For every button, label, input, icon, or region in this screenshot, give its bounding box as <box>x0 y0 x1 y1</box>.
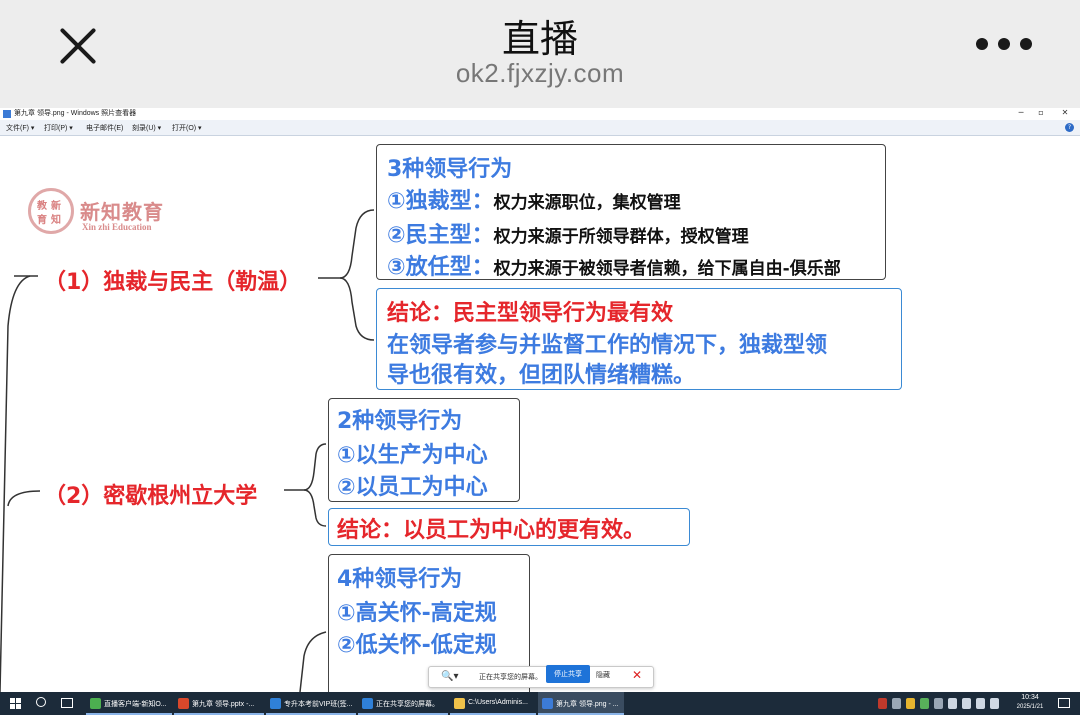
tray-app-icon[interactable] <box>878 698 887 709</box>
logo-name: 新知教育 <box>80 200 164 224</box>
app-header: 直播 ok2.fjxzjy.com <box>0 0 1080 108</box>
screen-share-bar: 🔍▾ 正在共享您的屏幕。 <box>428 666 654 688</box>
taskbar-app-label: 直播客户端-新知O... <box>104 701 167 708</box>
volume-icon[interactable] <box>892 698 901 709</box>
menu-print[interactable]: 打印(P) ▾ <box>44 123 73 133</box>
taskbar: 直播客户端-新知O... 第九章 领导.pptx -... 专升本考前VIP班(… <box>0 692 1080 715</box>
taskbar-app-powerpoint[interactable]: 第九章 领导.pptx -... <box>174 692 264 715</box>
row-text: 权力来源职位，集权管理 <box>493 193 681 213</box>
conclusion-box-1: 结论：民主型领导行为最有效 在领导者参与并监督工作的情况下，独裁型领 导也很有效… <box>376 288 902 390</box>
menu-bar: 文件(F) ▾ 打印(P) ▾ 电子邮件(E) 刻录(U) ▾ 打开(O) ▾ … <box>0 120 1080 136</box>
window-close-button[interactable]: ✕ <box>1058 108 1072 117</box>
taskbar-app-explorer[interactable]: C:\Users\Adminis... <box>450 692 536 715</box>
help-icon[interactable]: ? <box>1065 123 1074 132</box>
box-heading: 2种领导行为 <box>337 409 463 434</box>
close-icon[interactable]: ✕ <box>632 668 642 682</box>
taskbar-app-live-client[interactable]: 直播客户端-新知O... <box>86 692 172 715</box>
taskbar-app-label: 第九章 领导.png - ... <box>556 701 619 708</box>
branch-michigan: （2）密歇根州立大学 <box>44 484 258 509</box>
taskbar-app-label: 专升本考前VIP班(签... <box>284 701 353 708</box>
tray-app-icon[interactable] <box>934 698 943 709</box>
maximize-button[interactable]: ▫ <box>1034 108 1048 117</box>
michigan-styles-box: 2种领导行为 ①以生产为中心 ②以员工为中心 <box>328 398 520 502</box>
taskbar-app-label: C:\Users\Adminis... <box>468 699 528 706</box>
microphone-icon[interactable] <box>948 698 957 709</box>
menu-email[interactable]: 电子邮件(E) <box>86 123 123 133</box>
seal-char: 育 <box>37 215 47 226</box>
page-url: ok2.fjxzjy.com <box>455 58 625 88</box>
tray-app-icon[interactable] <box>920 698 929 709</box>
search-icon[interactable] <box>36 697 46 707</box>
conclusion-heading: 结论：以员工为中心的更有效。 <box>337 518 646 543</box>
box-heading: 4种领导行为 <box>337 567 463 592</box>
live-client-icon <box>90 698 101 709</box>
seal-char: 知 <box>51 215 61 226</box>
folder-icon <box>454 698 465 709</box>
taskbar-app-screen-share[interactable]: 正在共享您的屏幕。 <box>358 692 448 715</box>
taskbar-app-vip-class[interactable]: 专升本考前VIP班(签... <box>266 692 356 715</box>
clock-date[interactable]: 2025/1/21 <box>1005 704 1055 710</box>
box-line: ①以生产为中心 <box>337 443 488 468</box>
page-title: 直播 <box>501 17 578 61</box>
stop-sharing-button[interactable]: 停止共享 <box>546 665 590 683</box>
leadership-styles-box: 3种领导行为 ①独裁型：权力来源职位，集权管理 ②民主型：权力来源于所领导群体，… <box>376 144 886 280</box>
taskbar-app-label: 正在共享您的屏幕。 <box>376 701 439 708</box>
browser-icon <box>270 698 281 709</box>
menu-open[interactable]: 打开(O) ▾ <box>172 123 202 133</box>
row-key: ③放任型： <box>387 255 494 280</box>
powerpoint-icon <box>178 698 189 709</box>
row-text: 权力来源于所领导群体，授权管理 <box>493 227 749 247</box>
laissez-faire-row: ③放任型：权力来源于被领导者信赖，给下属自由-俱乐部 <box>387 249 841 281</box>
box-line: ①高关怀-高定规 <box>337 601 497 626</box>
task-view-icon[interactable] <box>61 698 73 708</box>
democratic-row: ②民主型：权力来源于所领导群体，授权管理 <box>387 217 749 249</box>
seal-char: 新 <box>51 201 61 212</box>
conclusion-line: 在领导者参与并监督工作的情况下，独裁型领 <box>387 333 828 358</box>
logo-seal: 教 新 育 知 <box>28 188 74 234</box>
menu-file[interactable]: 文件(F) ▾ <box>6 123 34 133</box>
conclusion-box-2: 结论：以员工为中心的更有效。 <box>328 508 690 546</box>
input-method-icon[interactable] <box>990 698 999 709</box>
network-icon[interactable] <box>962 698 971 709</box>
conclusion-heading: 结论：民主型领导行为最有效 <box>387 301 674 326</box>
window-title: 第九章 领导.png - Windows 照片查看器 <box>14 110 137 117</box>
autocratic-row: ①独裁型：权力来源职位，集权管理 <box>387 183 681 215</box>
zoom-icon[interactable]: 🔍▾ <box>441 671 458 682</box>
box-heading: 3种领导行为 <box>387 157 513 182</box>
row-key: ②民主型： <box>387 223 494 248</box>
branch-autocratic-democratic: （1）独裁与民主（勒温） <box>44 270 302 295</box>
taskbar-app-label: 第九章 领导.pptx -... <box>192 701 255 708</box>
window-titlebar: 第九章 领导.png - Windows 照片查看器 ─ ▫ ✕ <box>0 108 1080 120</box>
hide-button[interactable]: 隐藏 <box>596 670 610 680</box>
photo-viewer-icon <box>542 698 553 709</box>
row-text: 权力来源于被领导者信赖，给下属自由-俱乐部 <box>493 259 841 279</box>
box-line: ②以员工为中心 <box>337 475 488 500</box>
seal-char: 教 <box>37 201 47 212</box>
notification-icon[interactable] <box>1058 698 1070 708</box>
speaker-icon[interactable] <box>976 698 985 709</box>
minimize-button[interactable]: ─ <box>1014 108 1028 117</box>
menu-burn[interactable]: 刻录(U) ▾ <box>132 123 161 133</box>
photo-viewer-icon <box>3 110 11 118</box>
more-options-icon[interactable] <box>976 38 1032 52</box>
screen-share-icon <box>362 698 373 709</box>
image-canvas: 教 新 育 知 新知教育 Xin zhi Education （1）独裁与民主（… <box>0 136 1080 692</box>
box-line: ②低关怀-低定规 <box>337 633 497 658</box>
taskbar-app-photo-viewer[interactable]: 第九章 领导.png - ... <box>538 692 624 715</box>
clock-time[interactable]: 10:34 <box>1010 694 1050 701</box>
logo-subtitle: Xin zhi Education <box>82 222 152 232</box>
share-status: 正在共享您的屏幕。 <box>479 673 542 681</box>
row-key: ①独裁型： <box>387 189 494 214</box>
conclusion-line: 导也很有效，但团队情绪糟糕。 <box>387 363 696 388</box>
tray-app-icon[interactable] <box>906 698 915 709</box>
windows-start-icon[interactable] <box>10 698 21 709</box>
